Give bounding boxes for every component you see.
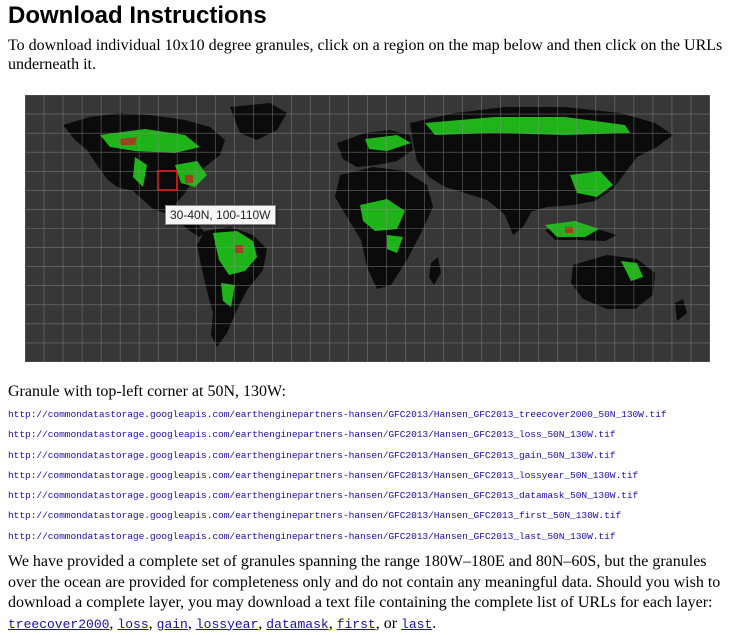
layer-link-last[interactable]: last (401, 617, 432, 632)
layer-link-first[interactable]: first (337, 617, 376, 632)
granule-heading: Granule with top-left corner at 50N, 130… (8, 383, 286, 400)
list-item: http://commondatastorage.googleapis.com/… (8, 423, 667, 443)
url-link-first[interactable]: http://commondatastorage.googleapis.com/… (8, 510, 621, 521)
url-link-gain[interactable]: http://commondatastorage.googleapis.com/… (8, 450, 616, 461)
granule-url-list: http://commondatastorage.googleapis.com/… (8, 403, 667, 545)
list-item: http://commondatastorage.googleapis.com/… (8, 444, 667, 464)
list-item: http://commondatastorage.googleapis.com/… (8, 504, 667, 524)
layer-link-loss[interactable]: loss (117, 617, 148, 632)
world-map[interactable] (25, 95, 710, 362)
summary-text: We have provided a complete set of granu… (8, 553, 721, 611)
url-link-lossyear[interactable]: http://commondatastorage.googleapis.com/… (8, 470, 638, 481)
list-item: http://commondatastorage.googleapis.com/… (8, 525, 667, 545)
or-text: or (383, 614, 398, 632)
world-map-image[interactable] (25, 95, 710, 362)
summary-paragraph: We have provided a complete set of granu… (8, 553, 721, 632)
list-item: http://commondatastorage.googleapis.com/… (8, 403, 667, 423)
layer-link-gain[interactable]: gain (157, 617, 188, 632)
url-link-treecover2000[interactable]: http://commondatastorage.googleapis.com/… (8, 409, 667, 420)
granule-tooltip: 30-40N, 100-110W (165, 205, 276, 225)
url-link-loss[interactable]: http://commondatastorage.googleapis.com/… (8, 429, 616, 440)
layer-link-treecover2000[interactable]: treecover2000 (8, 617, 109, 632)
url-link-last[interactable]: http://commondatastorage.googleapis.com/… (8, 531, 616, 542)
list-item: http://commondatastorage.googleapis.com/… (8, 464, 667, 484)
layer-link-lossyear[interactable]: lossyear (196, 617, 258, 632)
list-item: http://commondatastorage.googleapis.com/… (8, 484, 667, 504)
end-text: . (432, 614, 437, 632)
page-title: Download Instructions (8, 2, 267, 29)
layer-link-datamask[interactable]: datamask (266, 617, 328, 632)
url-link-datamask[interactable]: http://commondatastorage.googleapis.com/… (8, 490, 638, 501)
intro-text: To download individual 10x10 degree gran… (8, 37, 723, 73)
